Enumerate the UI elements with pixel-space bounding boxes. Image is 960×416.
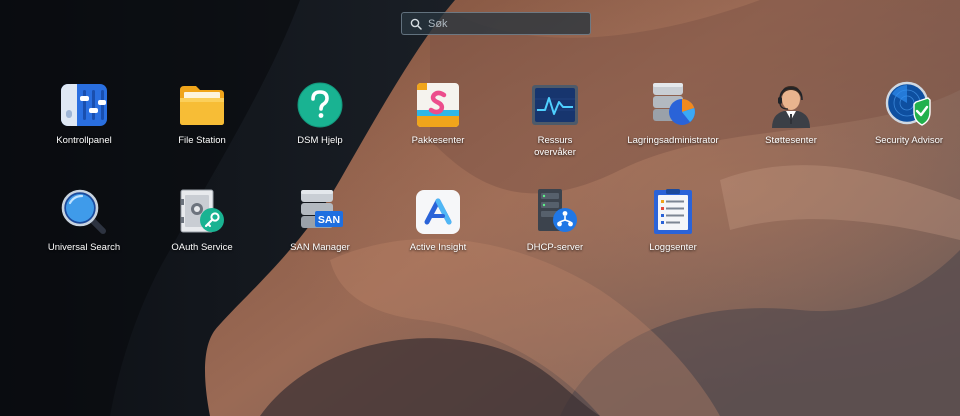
search-input[interactable] [428,17,578,30]
san-badge-text: SAN [318,214,340,226]
app-label: Pakkesenter [411,135,465,146]
universal-search-icon [59,187,109,237]
app-loggsenter[interactable]: Loggsenter [618,187,728,254]
app-pakkesenter[interactable]: Pakkesenter [383,80,493,147]
help-icon [295,80,345,130]
app-label: Universal Search [47,242,121,253]
app-san-manager[interactable]: SAN SAN Manager [265,187,375,254]
oauth-service-icon [177,187,227,237]
app-security-advisor[interactable]: Security Advisor [854,80,960,147]
app-file-station[interactable]: File Station [147,80,257,147]
search-bar[interactable] [401,12,591,35]
search-icon [408,16,424,32]
dhcp-server-icon [530,187,580,237]
folder-icon [177,80,227,130]
storage-manager-icon [648,80,698,130]
app-label: File Station [178,135,226,146]
app-label: Active Insight [409,242,467,253]
app-kontrollpanel[interactable]: Kontrollpanel [29,80,139,147]
app-dhcp-server[interactable]: DHCP-server [500,187,610,254]
log-center-icon [648,187,698,237]
resource-monitor-icon [530,80,580,130]
app-oauth-service[interactable]: OAuth Service [147,187,257,254]
app-label: DHCP-server [526,242,584,253]
package-center-icon [413,80,463,130]
app-label: Kontrollpanel [56,135,112,146]
app-label: Loggsenter [649,242,697,253]
app-label: Ressurs overvåker [534,135,576,158]
app-label: DSM Hjelp [297,135,343,146]
app-active-insight[interactable]: Active Insight [383,187,493,254]
app-dsm-hjelp[interactable]: DSM Hjelp [265,80,375,147]
san-manager-icon: SAN [295,187,345,237]
control-panel-icon [59,80,109,130]
app-label: Lagringsadministrator [627,135,719,146]
app-label: SAN Manager [290,242,350,253]
app-stottesenter[interactable]: Støttesenter [736,80,846,147]
support-center-icon [766,80,816,130]
app-label: OAuth Service [171,242,233,253]
active-insight-icon [413,187,463,237]
app-label: Støttesenter [765,135,817,146]
app-label: Security Advisor [874,135,944,146]
app-universal-search[interactable]: Universal Search [29,187,139,254]
security-advisor-icon [884,80,934,130]
desktop: Kontrollpanel File Station DSM Hjelp [0,0,960,416]
app-lagringsadministrator[interactable]: Lagringsadministrator [618,80,728,147]
app-ressurs-overvaker[interactable]: Ressurs overvåker [500,80,610,159]
